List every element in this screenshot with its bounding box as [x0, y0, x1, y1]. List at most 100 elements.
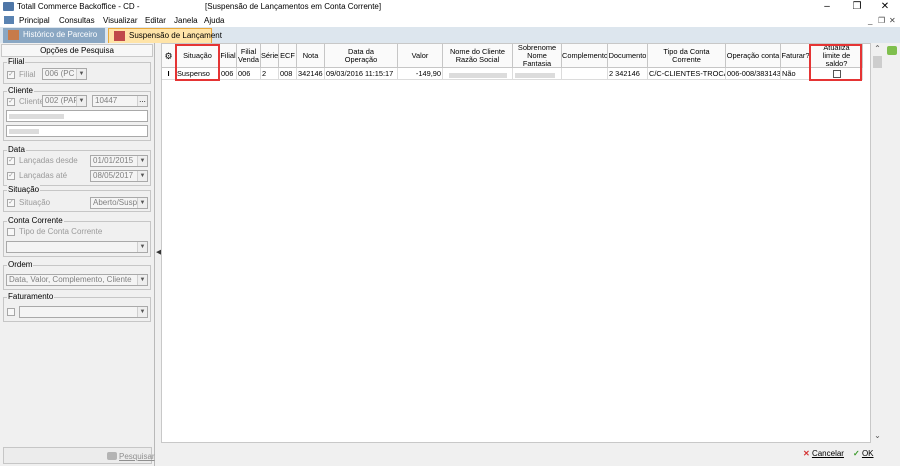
cell-complemento[interactable]: [562, 68, 608, 80]
scroll-down-icon[interactable]: ⌄: [871, 431, 884, 441]
date-to-checkbox[interactable]: ✓: [7, 172, 15, 180]
sort-settings-icon[interactable]: ⚙: [162, 51, 175, 60]
cell-serie[interactable]: 2: [261, 68, 279, 80]
chevron-down-icon: ▼: [137, 242, 147, 252]
cancel-icon: ✕: [803, 449, 810, 458]
chevron-down-icon: ▼: [76, 69, 86, 79]
menu-janela[interactable]: Janela: [174, 16, 198, 25]
title-bar: Totall Commerce Backoffice - CD - [Suspe…: [0, 0, 900, 14]
mdi-icon: [4, 16, 14, 24]
mdi-close-button[interactable]: ✕: [889, 16, 896, 25]
highlight-atualiza-limite: [809, 44, 862, 81]
vertical-scrollbar[interactable]: ⌃ ⌄: [871, 43, 884, 443]
highlight-situacao: [175, 44, 220, 81]
mdi-restore-button[interactable]: ❐: [878, 16, 885, 25]
menu-ajuda[interactable]: Ajuda: [204, 16, 224, 25]
ok-button[interactable]: ✓ OK: [853, 448, 874, 460]
chevron-down-icon: ▼: [137, 198, 147, 208]
tab-historico-parceiro[interactable]: Histórico de Parceiro: [3, 28, 105, 43]
cell-sobrenome[interactable]: [513, 68, 562, 80]
header-filial-venda[interactable]: Filial Venda: [237, 44, 261, 68]
tab-label: Suspensão de Lançament: [129, 31, 222, 40]
cliente-code-field[interactable]: 10447 ...: [92, 95, 148, 107]
header-faturar[interactable]: Faturar?: [781, 44, 811, 68]
group-situacao: Situação ✓ Situação Aberto/Suspe ▼: [3, 185, 151, 212]
mdi-minimize-button[interactable]: _: [868, 16, 872, 25]
cancel-button[interactable]: ✕ Cancelar: [803, 448, 844, 460]
conta-corrente-checkbox[interactable]: [7, 228, 15, 236]
results-grid: ⚙ Situação Filial Filial Venda Série ECF…: [161, 43, 871, 443]
group-conta-corrente: Conta Corrente Tipo de Conta Corrente ▼: [3, 216, 151, 257]
header-serie[interactable]: Série: [261, 44, 279, 68]
cell-tipo-conta[interactable]: C/C-CLIENTES-TROCA: [648, 68, 726, 80]
header-complemento[interactable]: Complemento: [562, 44, 608, 68]
ok-button-label: OK: [861, 449, 874, 458]
tab-suspensao-lancamento[interactable]: Suspensão de Lançament: [108, 28, 222, 43]
date-to-picker[interactable]: 08/05/2017 ▼: [90, 170, 148, 182]
filial-checkbox[interactable]: ✓: [7, 71, 15, 79]
cell-filial[interactable]: 006: [220, 68, 237, 80]
header-valor[interactable]: Valor: [398, 44, 443, 68]
conta-corrente-label: Tipo de Conta Corrente: [19, 227, 103, 236]
conta-corrente-select[interactable]: ▼: [6, 241, 148, 253]
panel-title: Opções de Pesquisa: [1, 44, 153, 57]
cliente-checkbox[interactable]: ✓: [7, 98, 15, 106]
cliente-fantasia-field: [6, 125, 148, 137]
header-documento[interactable]: Documento: [608, 44, 648, 68]
menu-principal[interactable]: Principal: [19, 16, 50, 25]
chevron-down-icon: ▼: [137, 275, 147, 285]
cell-ecf[interactable]: 008: [279, 68, 297, 80]
faturamento-select[interactable]: ▼: [19, 306, 148, 318]
row-marker[interactable]: I: [162, 68, 176, 80]
redacted-text: [9, 129, 39, 134]
cell-data-operacao[interactable]: 09/03/2016 11:15:17: [325, 68, 398, 80]
window-subtitle: [Suspensão de Lançamentos em Conta Corre…: [205, 2, 382, 11]
menu-consultas[interactable]: Consultas: [59, 16, 95, 25]
cell-valor[interactable]: -149,90: [398, 68, 443, 80]
redacted-text: [9, 114, 64, 119]
cell-nome-cliente[interactable]: [443, 68, 513, 80]
cell-operacao-conta[interactable]: 006-008/383143: [726, 68, 781, 80]
header-filial[interactable]: Filial: [220, 44, 237, 68]
footer-bar: ✕ Cancelar ✓ OK: [161, 443, 900, 466]
cell-documento[interactable]: 2 342146: [608, 68, 648, 80]
lookup-button[interactable]: ...: [137, 96, 147, 106]
situacao-select[interactable]: Aberto/Suspe ▼: [90, 197, 148, 209]
date-from-picker[interactable]: 01/01/2015 ▼: [90, 155, 148, 167]
menu-visualizar[interactable]: Visualizar: [103, 16, 138, 25]
group-label: Filial: [7, 57, 26, 66]
check-icon: ✓: [853, 449, 860, 458]
cancel-button-label: Cancelar: [811, 449, 844, 458]
header-nota[interactable]: Nota: [297, 44, 325, 68]
header-tipo-conta[interactable]: Tipo da Conta Corrente: [648, 44, 726, 68]
app-icon: [3, 2, 14, 11]
cliente-label: Cliente: [19, 97, 44, 106]
cell-faturar[interactable]: Não: [781, 68, 811, 80]
header-operacao-conta[interactable]: Operação conta: [726, 44, 781, 68]
group-cliente: Cliente ✓ Cliente 002 (PAR ▼ 10447 ...: [3, 86, 151, 141]
scroll-thumb[interactable]: [873, 56, 882, 68]
chevron-down-icon: ▼: [137, 307, 147, 317]
header-indicator[interactable]: ⚙: [162, 44, 176, 68]
close-button[interactable]: ✕: [870, 0, 900, 14]
header-data-operacao[interactable]: Data da Operação: [325, 44, 398, 68]
scroll-up-icon[interactable]: ⌃: [871, 44, 884, 54]
cliente-select[interactable]: 002 (PAR ▼: [42, 95, 87, 107]
situacao-checkbox[interactable]: ✓: [7, 199, 15, 207]
faturamento-checkbox[interactable]: [7, 308, 15, 316]
menu-editar[interactable]: Editar: [145, 16, 166, 25]
header-sobrenome[interactable]: Sobrenome Nome Fantasia: [513, 44, 562, 68]
search-button[interactable]: Pesquisar: [3, 447, 155, 464]
cell-nota[interactable]: 342146: [297, 68, 325, 80]
export-icon[interactable]: [887, 46, 897, 55]
date-from-checkbox[interactable]: ✓: [7, 157, 15, 165]
cell-filial-venda[interactable]: 006: [237, 68, 261, 80]
right-tool-strip: [884, 43, 900, 443]
ordem-select[interactable]: Data, Valor, Complemento, Cliente ▼: [6, 274, 148, 286]
minimize-button[interactable]: –: [812, 0, 842, 14]
chevron-down-icon: ▼: [137, 156, 147, 166]
header-nome-cliente[interactable]: Nome do Cliente Razão Social: [443, 44, 513, 68]
filial-select[interactable]: 006 (PC F ▼: [42, 68, 87, 80]
restore-button[interactable]: ❐: [842, 0, 872, 14]
header-ecf[interactable]: ECF: [279, 44, 297, 68]
